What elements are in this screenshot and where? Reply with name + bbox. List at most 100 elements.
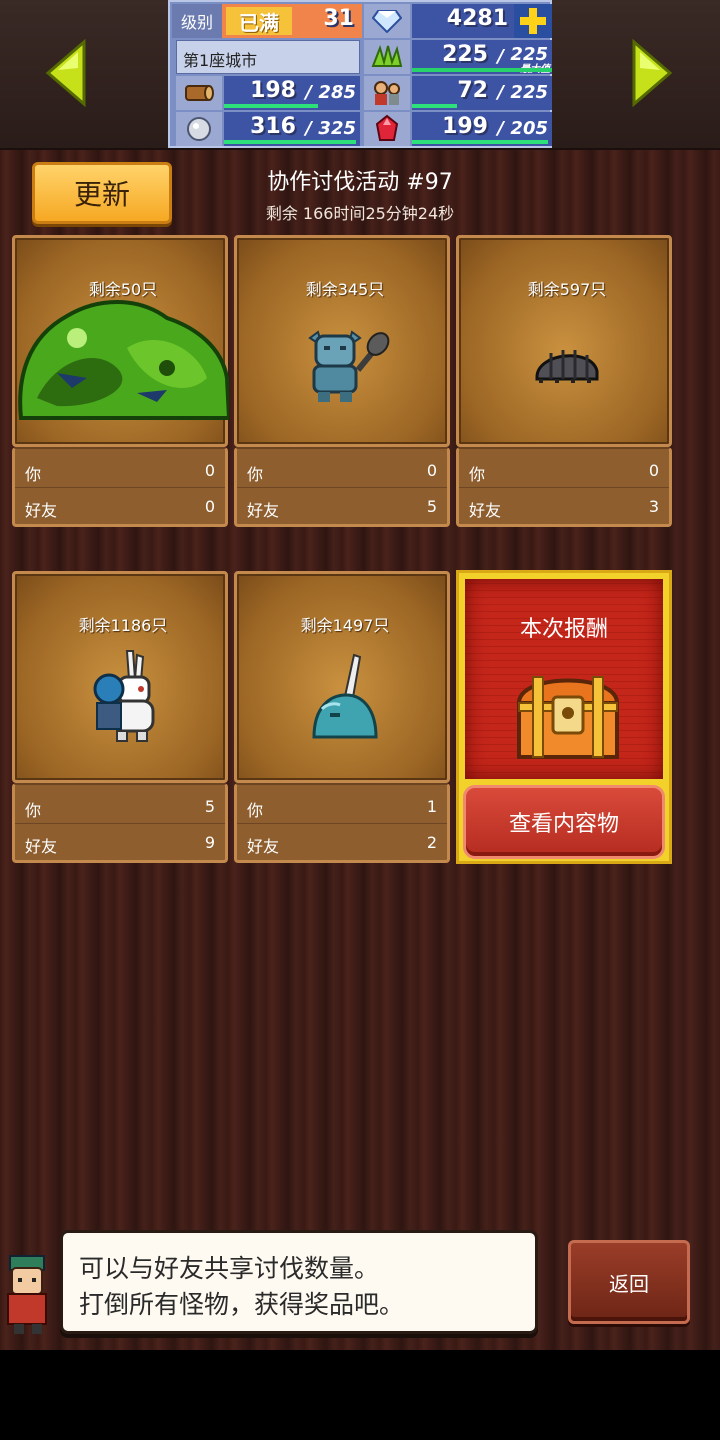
friends-label: 好友	[25, 837, 58, 856]
crystal-cell: 199 / 205	[412, 112, 552, 146]
grey-pillbug-sprite	[459, 288, 675, 438]
people-current: 72	[457, 78, 488, 103]
you-count: 5	[204, 797, 215, 816]
friends-count: 3	[648, 497, 659, 516]
score-you-row: 你 1	[247, 791, 437, 821]
you-label: 你	[247, 465, 264, 484]
score-friend-row: 好友 5	[247, 491, 437, 521]
monster-card-top: 剩余597只	[456, 235, 672, 447]
ore-icon	[176, 112, 222, 146]
monster-score-panel: 你 0 好友 3	[456, 447, 672, 527]
stats-panel: 级别 已满 31 4281 第1座城市 225 / 225 198 / 285 …	[168, 0, 552, 148]
crystal-current: 199	[442, 114, 488, 139]
friends-count: 2	[426, 833, 437, 852]
monster-score-panel: 你 0 好友 0	[12, 447, 228, 527]
you-label: 你	[469, 465, 486, 484]
event-remaining-time: 剩余 166时间25分钟24秒	[265, 204, 455, 223]
right-arrow-icon	[632, 38, 673, 108]
score-friend-row: 好友 0	[25, 491, 215, 521]
npc-avatar	[0, 1248, 60, 1336]
reward-card: 本次报酬 查看内容物	[456, 570, 672, 864]
friends-label: 好友	[25, 501, 58, 520]
blue-goblin-club-sprite	[237, 288, 453, 438]
you-label: 你	[25, 801, 42, 820]
treasure-chest-icon	[513, 663, 623, 767]
diamond-icon	[364, 4, 410, 38]
ore-cell: 316 / 325	[224, 112, 360, 146]
food-cell: 225 / 225 最大值	[412, 40, 552, 75]
divider	[237, 823, 447, 824]
wood-progress-bar	[224, 104, 318, 108]
dialog-line-2: 打倒所有怪物，获得奖品吧。	[79, 1290, 405, 1319]
score-you-row: 你 0	[247, 455, 437, 485]
red-crystal-icon	[364, 112, 410, 146]
monster-card-1[interactable]: 剩余50只 你 0 好友 0	[12, 235, 229, 527]
people-cell: 72 / 225	[412, 76, 552, 110]
level-cell: 级别 已满 31	[172, 4, 362, 38]
you-count: 0	[648, 461, 659, 480]
friends-label: 好友	[247, 837, 280, 856]
score-friend-row: 好友 2	[247, 827, 437, 857]
monster-card-3[interactable]: 剩余597只 你 0 好友 3	[456, 235, 672, 527]
knight-rabbit-sprite	[15, 624, 231, 774]
friends-label: 好友	[469, 501, 502, 520]
monster-card-5[interactable]: 剩余1497只 你 1 好友 2	[234, 571, 450, 863]
plus-icon	[520, 8, 546, 34]
friends-count: 9	[204, 833, 215, 852]
ore-current: 316	[250, 114, 296, 139]
ore-progress-bar	[224, 140, 356, 144]
you-count: 1	[426, 797, 437, 816]
bottom-letterbox	[0, 1350, 720, 1440]
people-slash: /	[497, 82, 504, 103]
wood-log-icon	[176, 76, 222, 110]
monster-remaining: 剩余50只	[88, 280, 158, 299]
next-arrow-button[interactable]	[630, 38, 674, 108]
food-progress-bar	[412, 68, 552, 72]
wood-max: 285	[318, 82, 356, 103]
wood-current: 198	[250, 78, 296, 103]
food-current: 225	[442, 42, 488, 67]
monster-score-panel: 你 5 好友 9	[12, 783, 228, 863]
friends-label: 好友	[247, 501, 280, 520]
score-you-row: 你 0	[25, 455, 215, 485]
reward-panel: 本次报酬	[465, 579, 663, 779]
view-contents-button[interactable]: 查看内容物	[463, 785, 665, 859]
game-screen: 级别 已满 31 4281 第1座城市 225 / 225 198 / 285 …	[0, 0, 720, 1350]
divider	[15, 823, 225, 824]
you-count: 0	[204, 461, 215, 480]
people-max: 225	[510, 82, 548, 103]
ore-slash: /	[305, 118, 312, 139]
previous-arrow-button[interactable]	[44, 38, 88, 108]
horned-slime-sprite	[237, 624, 453, 774]
crystal-progress-bar	[412, 140, 548, 144]
crystal-slash: /	[497, 118, 504, 139]
city-name: 第1座城市	[183, 51, 258, 70]
gems-cell: 4281	[412, 4, 514, 38]
monster-card-top: 剩余1497只	[234, 571, 450, 783]
ore-max: 325	[318, 118, 356, 139]
you-label: 你	[247, 801, 264, 820]
friends-count: 0	[204, 497, 215, 516]
divider	[459, 487, 669, 488]
grass-icon	[364, 40, 410, 74]
food-slash: /	[497, 46, 504, 67]
update-button[interactable]: 更新	[32, 162, 172, 224]
score-you-row: 你 5	[25, 791, 215, 821]
monster-card-top: 剩余50只	[12, 235, 229, 447]
level-value: 31	[323, 6, 354, 31]
city-cell: 第1座城市	[176, 40, 360, 74]
monster-score-panel: 你 0 好友 5	[234, 447, 450, 527]
friends-count: 5	[426, 497, 437, 516]
monster-card-2[interactable]: 剩余345只 你 0 好友 5	[234, 235, 450, 527]
top-status-bar: 级别 已满 31 4281 第1座城市 225 / 225 198 / 285 …	[0, 0, 720, 150]
monster-card-top: 剩余1186只	[12, 571, 228, 783]
monster-score-panel: 你 1 好友 2	[234, 783, 450, 863]
back-button[interactable]: 返回	[568, 1240, 690, 1324]
monster-card-4[interactable]: 剩余1186只 你 5 好友 9	[12, 571, 228, 863]
divider	[15, 487, 225, 488]
add-gems-button[interactable]	[514, 4, 552, 38]
people-progress-bar	[412, 104, 457, 108]
reward-title: 本次报酬	[519, 617, 608, 642]
score-friend-row: 好友 9	[25, 827, 215, 857]
wood-slash: /	[305, 82, 312, 103]
